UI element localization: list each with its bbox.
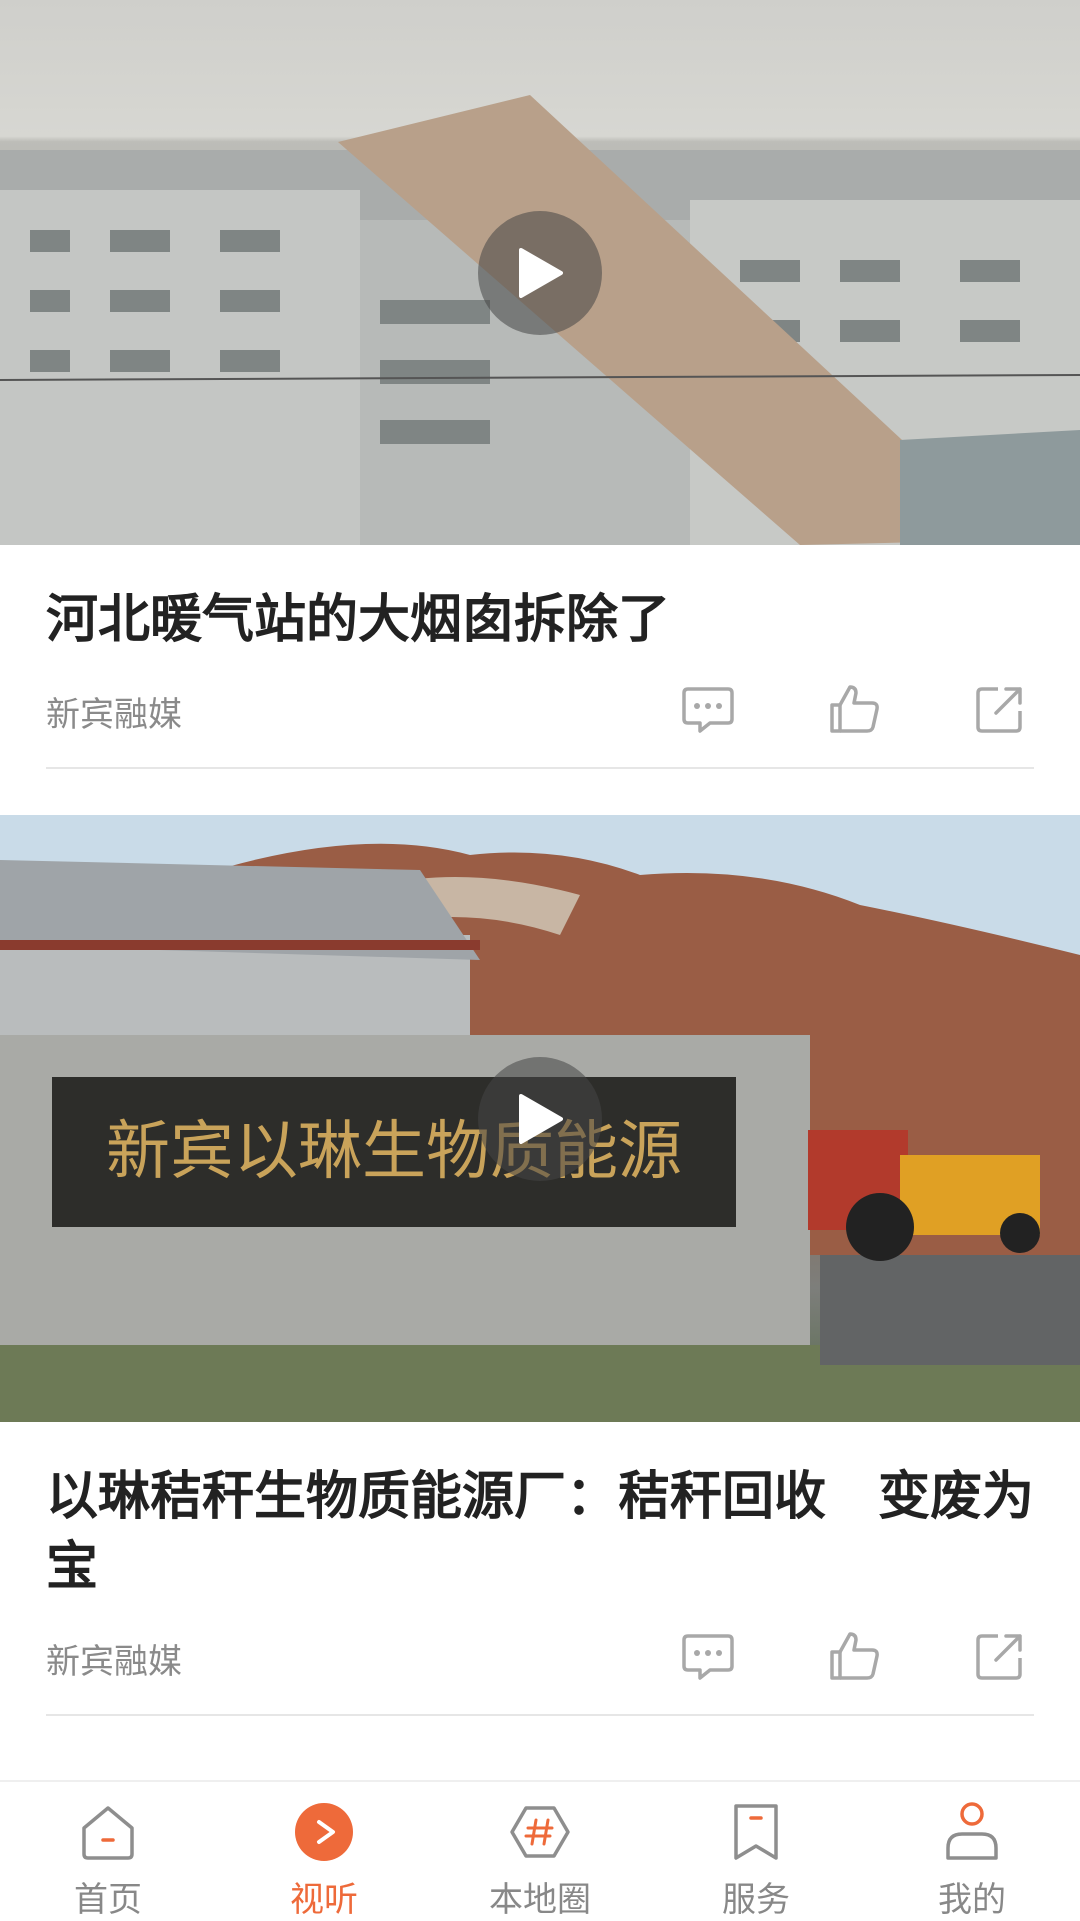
video-thumbnail[interactable]: 新宾以琳生物质能源 — [0, 815, 1080, 1422]
video-title[interactable]: 以琳秸秆生物质能源厂：秸秆回收 变废为宝 — [0, 1422, 1080, 1602]
tab-label: 本地圈 — [489, 1880, 591, 1920]
video-thumbnail[interactable] — [0, 0, 1080, 545]
video-source: 新宾融媒 — [46, 695, 182, 735]
play-icon — [519, 247, 563, 298]
share-icon[interactable] — [972, 1628, 1028, 1684]
comment-icon[interactable] — [680, 681, 736, 737]
tab-home[interactable]: 首页 — [0, 1782, 216, 1920]
video-card[interactable]: 河北暖气站的大烟囱拆除了 新宾融媒 — [0, 0, 1080, 769]
bottom-tab-bar: 首页 视听 本地圈 服务 我的 — [0, 1780, 1080, 1920]
video-title[interactable]: 河北暖气站的大烟囱拆除了 — [0, 545, 1080, 655]
tab-label: 我的 — [938, 1880, 1006, 1920]
tab-label: 视听 — [290, 1880, 358, 1920]
video-meta-row: 新宾融媒 — [46, 675, 1034, 745]
tab-label: 首页 — [74, 1880, 142, 1920]
video-card[interactable]: 新宾以琳生物质能源 以琳秸秆生物质能源厂：秸秆回收 变废为宝 新宾融媒 — [0, 815, 1080, 1716]
like-icon[interactable] — [826, 681, 882, 737]
video-feed[interactable]: 河北暖气站的大烟囱拆除了 新宾融媒 新宾以琳生物质能源 以琳秸秆生物质能源厂：秸… — [0, 0, 1080, 1782]
hashtag-hexagon-icon — [508, 1800, 572, 1864]
video-meta-row: 新宾融媒 — [46, 1622, 1034, 1692]
bookmark-icon — [724, 1800, 788, 1864]
home-icon — [76, 1800, 140, 1864]
video-source: 新宾融媒 — [46, 1642, 182, 1682]
divider — [46, 1714, 1034, 1716]
comment-icon[interactable] — [680, 1628, 736, 1684]
tab-video[interactable]: 视听 — [216, 1782, 432, 1920]
share-icon[interactable] — [972, 681, 1028, 737]
divider — [46, 767, 1034, 769]
profile-icon — [940, 1800, 1004, 1864]
tab-services[interactable]: 服务 — [648, 1782, 864, 1920]
tab-local-circle[interactable]: 本地圈 — [432, 1782, 648, 1920]
play-button[interactable] — [478, 1056, 602, 1181]
tab-label: 服务 — [722, 1880, 790, 1920]
like-icon[interactable] — [826, 1628, 882, 1684]
play-circle-icon — [292, 1800, 356, 1864]
tab-profile[interactable]: 我的 — [864, 1782, 1080, 1920]
play-button[interactable] — [478, 210, 602, 335]
play-icon — [519, 1093, 563, 1144]
